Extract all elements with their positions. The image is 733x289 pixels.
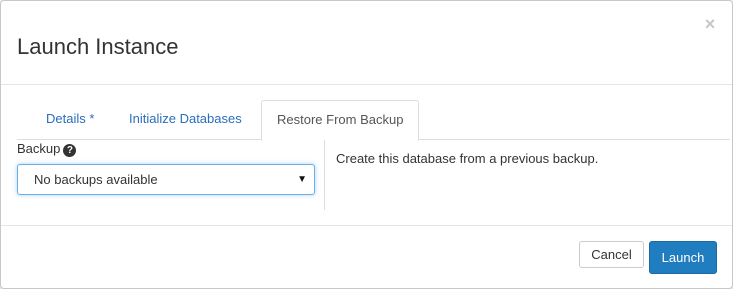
backup-form-group: Backup? No backups available ▼ bbox=[17, 140, 325, 210]
launch-button[interactable]: Launch bbox=[649, 241, 717, 274]
launch-instance-dialog: Launch Instance × Details * Initialize D… bbox=[0, 0, 733, 289]
tab-initialize-databases[interactable]: Initialize Databases bbox=[114, 100, 257, 140]
chevron-down-icon: ▼ bbox=[297, 174, 307, 185]
close-icon[interactable]: × bbox=[702, 14, 718, 34]
help-icon[interactable]: ? bbox=[63, 144, 77, 157]
backup-select-value: No backups available bbox=[34, 172, 158, 187]
tab-details[interactable]: Details * bbox=[31, 100, 109, 140]
dialog-header: Launch Instance × bbox=[1, 1, 732, 85]
wizard-tabs: Details * Initialize Databases Restore F… bbox=[17, 100, 730, 141]
backup-label-row: Backup? bbox=[17, 141, 77, 157]
backup-label: Backup bbox=[17, 141, 61, 156]
cancel-button[interactable]: Cancel bbox=[579, 241, 644, 268]
dialog-title: Launch Instance bbox=[17, 34, 179, 59]
backup-help-text: Create this database from a previous bac… bbox=[336, 151, 599, 166]
dialog-footer: Cancel Launch bbox=[1, 225, 732, 288]
tab-restore-from-backup[interactable]: Restore From Backup bbox=[261, 100, 420, 141]
backup-select[interactable]: No backups available ▼ bbox=[17, 164, 315, 195]
